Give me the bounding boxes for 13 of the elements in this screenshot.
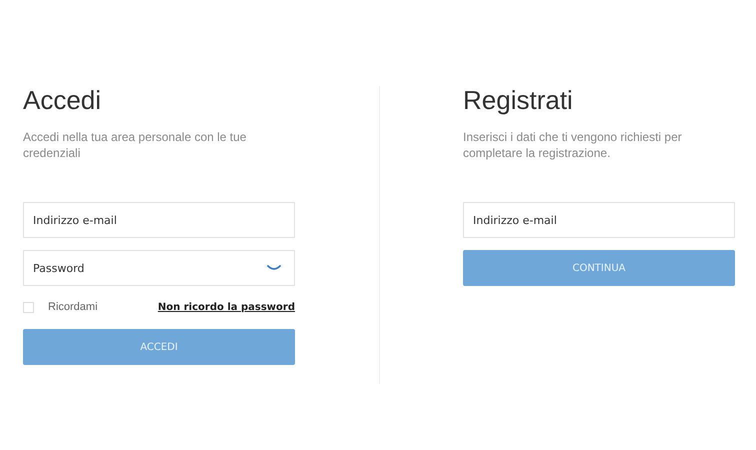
checkbox[interactable]: [23, 302, 34, 312]
form-title: Registrati: [463, 84, 574, 116]
form-title: Accedi: [23, 84, 102, 116]
form-description: Accedi nella tua area personale con le tue credenziali: [23, 129, 248, 161]
email-field[interactable]: Indirizzo e-mail: [463, 202, 735, 238]
password-field[interactable]: Password: [23, 250, 295, 286]
login-button[interactable]: ACCEDI: [23, 329, 295, 365]
continue-button[interactable]: CONTINUA: [463, 250, 735, 286]
forgot-password-link[interactable]: Non ricordo la password: [158, 302, 295, 312]
form-description: Inserisci i dati che ti vengono richiesti per completare la registrazione.: [463, 129, 683, 161]
closed-eye-icon[interactable]: [267, 264, 281, 272]
checkbox-label: Ricordami: [48, 301, 98, 313]
email-field[interactable]: Indirizzo e-mail: [23, 202, 295, 238]
